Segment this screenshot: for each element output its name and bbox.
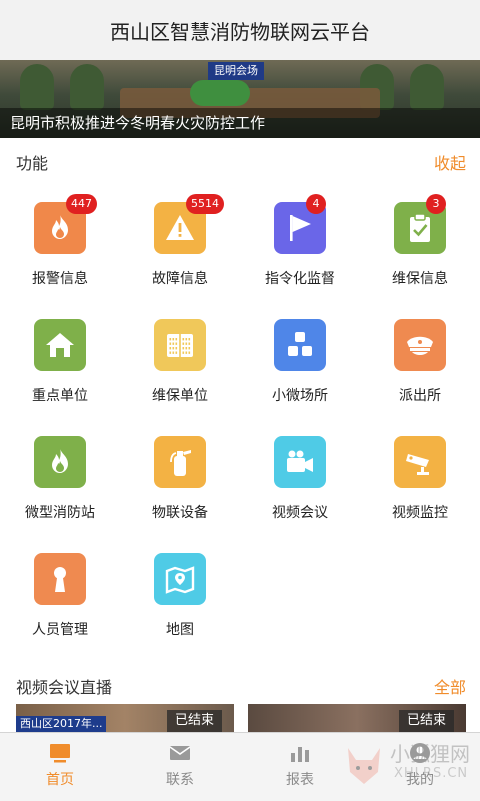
function-tile (394, 436, 446, 488)
banner-sign: 昆明会场 (208, 62, 264, 80)
tab-label: 联系 (166, 772, 194, 788)
function-item[interactable]: 447 报警信息 (0, 190, 120, 300)
function-label: 故障信息 (152, 271, 208, 287)
watermark-title: 小狐狸网 (390, 742, 470, 766)
collapse-button[interactable]: 收起 (434, 150, 466, 174)
function-label: 视频监控 (392, 505, 448, 521)
app-header: 西山区智慧消防物联网云平台 (0, 0, 480, 61)
function-tile (274, 436, 326, 488)
blocks-icon (288, 332, 312, 356)
video-live-header: 视频会议直播 全部 (0, 668, 480, 704)
banner-figure (70, 64, 104, 110)
function-item[interactable]: 物联设备 (120, 424, 240, 534)
function-item[interactable]: 地图 (120, 541, 240, 651)
function-item[interactable]: 微型消防站 (0, 424, 120, 534)
function-item[interactable]: 人员管理 (0, 541, 120, 651)
function-label: 派出所 (399, 388, 441, 404)
banner-flowers (190, 80, 250, 106)
page-title: 西山区智慧消防物联网云平台 (110, 19, 370, 44)
fire-icon (52, 214, 68, 239)
banner-figure (410, 64, 444, 110)
function-label: 微型消防站 (25, 505, 95, 521)
function-item[interactable]: 4 指令化监督 (240, 190, 360, 300)
function-item[interactable]: 重点单位 (0, 307, 120, 417)
functions-header: 功能 收起 (0, 144, 480, 180)
function-item[interactable]: 3 维保信息 (360, 190, 480, 300)
clipboard-check-icon (410, 213, 430, 242)
envelope-icon (169, 746, 191, 760)
function-label: 报警信息 (32, 271, 88, 287)
function-tile (154, 553, 206, 605)
function-label: 视频会议 (272, 505, 328, 521)
map-icon (165, 566, 195, 594)
home-icon (46, 333, 74, 357)
count-badge: 3 (426, 194, 446, 214)
video-camera-icon (287, 450, 313, 472)
function-label: 维保信息 (392, 271, 448, 287)
video-status-badge: 已结束 (166, 710, 222, 732)
function-item[interactable]: 派出所 (360, 307, 480, 417)
video-live-title: 视频会议直播 (16, 678, 113, 697)
extinguisher-icon (170, 450, 191, 476)
bar-chart-icon (291, 747, 309, 762)
function-tile (34, 319, 86, 371)
function-label: 小微场所 (272, 388, 328, 404)
function-label: 地图 (166, 622, 194, 638)
function-label: 指令化监督 (265, 271, 335, 287)
tab-contact[interactable]: 联系 (120, 733, 240, 801)
site-watermark: 小狐狸网 XHLRS.CN (338, 728, 478, 798)
function-tile (274, 319, 326, 371)
count-badge: 4 (306, 194, 326, 214)
cctv-camera-icon (406, 454, 429, 475)
functions-title: 功能 (16, 154, 49, 173)
fox-logo-icon (348, 748, 380, 784)
function-label: 维保单位 (152, 388, 208, 404)
function-tile (34, 436, 86, 488)
video-card[interactable]: 西山区2017年... 已结束 (16, 704, 234, 732)
function-label: 人员管理 (32, 622, 88, 638)
function-item[interactable]: 视频监控 (360, 424, 480, 534)
function-label: 物联设备 (152, 505, 208, 521)
police-cap-icon (407, 336, 433, 355)
function-item[interactable]: 小微场所 (240, 307, 360, 417)
tab-home[interactable]: 首页 (0, 733, 120, 801)
banner-figure (20, 64, 54, 110)
tab-label: 首页 (46, 772, 74, 788)
function-tile (154, 436, 206, 488)
function-label: 重点单位 (32, 388, 88, 404)
monitor-icon (50, 744, 70, 763)
count-badge: 447 (66, 194, 97, 214)
function-tile (34, 553, 86, 605)
flag-icon (290, 215, 311, 241)
fire-icon (52, 448, 68, 473)
warning-triangle-icon (166, 215, 194, 240)
video-card-banner-text: 西山区2017年... (16, 716, 107, 732)
person-icon (54, 567, 66, 592)
view-all-button[interactable]: 全部 (434, 674, 466, 698)
function-tile (154, 319, 206, 371)
watermark-url: XHLRS.CN (394, 766, 469, 781)
function-item[interactable]: 5514 故障信息 (120, 190, 240, 300)
banner-caption: 昆明市积极推进今冬明春火灾防控工作 (0, 108, 480, 138)
function-item[interactable]: 视频会议 (240, 424, 360, 534)
function-tile (394, 319, 446, 371)
count-badge: 5514 (186, 194, 224, 214)
function-item[interactable]: 维保单位 (120, 307, 240, 417)
building-icon (167, 334, 193, 357)
news-banner[interactable]: 昆明会场 昆明市积极推进今冬明春火灾防控工作 (0, 60, 480, 138)
